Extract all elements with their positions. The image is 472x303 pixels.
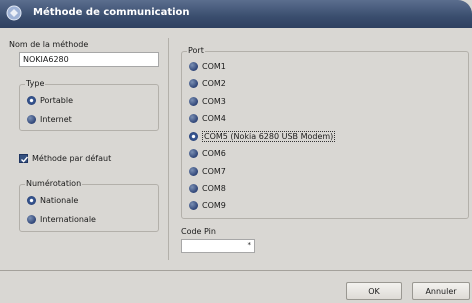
- radio-unchecked-icon: [27, 215, 36, 224]
- radio-unchecked-icon: [189, 62, 198, 71]
- radio-checked-icon: [189, 132, 198, 141]
- radio-label: COM3: [202, 97, 226, 106]
- method-name-label: Nom de la méthode: [9, 40, 89, 49]
- radio-unchecked-icon: [189, 97, 198, 106]
- radio-com9[interactable]: COM9: [189, 201, 226, 210]
- radio-unchecked-icon: [189, 79, 198, 88]
- radio-com2[interactable]: COM2: [189, 79, 226, 88]
- pin-code-label: Code Pin: [181, 227, 216, 236]
- radio-checked-icon: [27, 196, 36, 205]
- cancel-button[interactable]: Annuler: [412, 282, 470, 300]
- radio-unchecked-icon: [189, 201, 198, 210]
- radio-label: COM2: [202, 79, 226, 88]
- method-name-input[interactable]: NOKIA6280: [19, 52, 159, 67]
- radio-com3[interactable]: COM3: [189, 97, 226, 106]
- numbering-group-legend: Numérotation: [25, 179, 83, 188]
- radio-label: Nationale: [40, 196, 79, 205]
- numbering-group: Numérotation: [19, 179, 159, 232]
- radio-label: Internet: [40, 115, 72, 124]
- radio-com7[interactable]: COM7: [189, 167, 226, 176]
- radio-label: COM5 (Nokia 6280 USB Modem): [202, 131, 336, 142]
- radio-portable[interactable]: Portable: [27, 96, 73, 105]
- app-icon: [6, 5, 22, 21]
- radio-unchecked-icon: [189, 149, 198, 158]
- checkbox-checked-icon: [19, 154, 29, 163]
- dialog-window: Méthode de communication Nom de la métho…: [0, 0, 472, 303]
- radio-com6[interactable]: COM6: [189, 149, 226, 158]
- bottom-separator: [0, 270, 472, 271]
- ok-button[interactable]: OK: [346, 282, 402, 300]
- radio-nationale[interactable]: Nationale: [27, 196, 78, 205]
- radio-label: COM8: [202, 184, 226, 193]
- pin-code-input[interactable]: *: [181, 239, 255, 253]
- radio-com8[interactable]: COM8: [189, 184, 226, 193]
- radio-label: COM7: [202, 167, 226, 176]
- radio-com1[interactable]: COM1: [189, 62, 226, 71]
- radio-label: COM9: [202, 201, 226, 210]
- vertical-separator: [168, 38, 169, 260]
- radio-unchecked-icon: [189, 114, 198, 123]
- radio-com5[interactable]: COM5 (Nokia 6280 USB Modem): [189, 131, 336, 142]
- radio-checked-icon: [27, 96, 36, 105]
- radio-unchecked-icon: [189, 184, 198, 193]
- radio-label: COM4: [202, 114, 226, 123]
- title-bar[interactable]: Méthode de communication: [0, 0, 472, 28]
- type-group-legend: Type: [25, 79, 46, 88]
- radio-label: COM1: [202, 62, 226, 71]
- radio-unchecked-icon: [189, 167, 198, 176]
- window-title: Méthode de communication: [33, 7, 190, 18]
- checkbox-label: Méthode par défaut: [32, 154, 112, 163]
- radio-label: Internationale: [40, 215, 96, 224]
- radio-internationale[interactable]: Internationale: [27, 215, 96, 224]
- default-method-checkbox[interactable]: Méthode par défaut: [19, 154, 111, 163]
- radio-label: COM6: [202, 149, 226, 158]
- radio-label: Portable: [40, 96, 73, 105]
- radio-com4[interactable]: COM4: [189, 114, 226, 123]
- radio-internet[interactable]: Internet: [27, 115, 72, 124]
- radio-unchecked-icon: [27, 115, 36, 124]
- port-group-legend: Port: [187, 46, 205, 55]
